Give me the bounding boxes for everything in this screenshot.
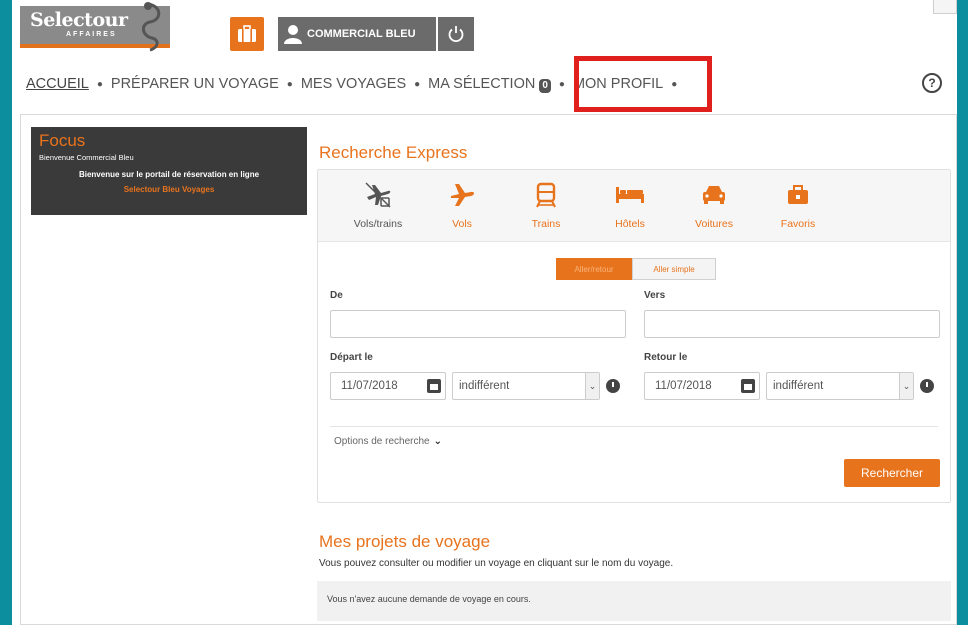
search-form: Vols/trains Vols Trains Hôtels Voitures … bbox=[317, 169, 951, 503]
logo-brand: Selectour bbox=[30, 9, 128, 31]
logo-sub: AFFAIRES bbox=[66, 31, 117, 38]
projects-title: Mes projets de voyage bbox=[319, 532, 491, 551]
from-label: De bbox=[330, 290, 343, 301]
nav-item-preparer-voyage[interactable]: PRÉPARER UN VOYAGE bbox=[111, 76, 279, 92]
nav-separator: ● bbox=[558, 78, 565, 90]
focus-title: Focus bbox=[39, 131, 86, 150]
page-frame: Selectour AFFAIRES COMMERCIAL BLEU ACCUE… bbox=[12, 0, 957, 625]
user-name: COMMERCIAL BLEU bbox=[307, 28, 416, 40]
selectour-logo[interactable]: Selectour AFFAIRES bbox=[20, 2, 170, 52]
nav-separator: ● bbox=[286, 78, 293, 90]
car-icon bbox=[701, 180, 727, 210]
trips-button[interactable] bbox=[230, 17, 264, 51]
search-title: Recherche Express bbox=[319, 143, 468, 162]
tab-voitures[interactable]: Voitures bbox=[672, 170, 756, 241]
chevron-down-icon: ⌄ bbox=[433, 436, 443, 447]
main-content: Focus Bienvenue Commercial Bleu Bienvenu… bbox=[20, 114, 957, 625]
tab-label: Trains bbox=[531, 218, 561, 230]
tab-label: Voitures bbox=[695, 218, 733, 230]
return-label: Retour le bbox=[644, 352, 688, 363]
tab-label: Hôtels bbox=[615, 218, 645, 230]
plane-icon bbox=[449, 180, 475, 210]
help-icon[interactable]: ? bbox=[922, 73, 942, 93]
projects-description: Vous pouvez consulter ou modifier un voy… bbox=[319, 558, 674, 569]
user-icon bbox=[284, 24, 302, 44]
logo-swirl-icon bbox=[142, 2, 161, 52]
power-icon bbox=[448, 26, 464, 43]
calendar-icon[interactable] bbox=[427, 379, 441, 393]
projects-empty-state: Vous n'avez aucune demande de voyage en … bbox=[317, 581, 951, 621]
user-menu-button[interactable]: COMMERCIAL BLEU bbox=[278, 17, 436, 51]
return-date-field[interactable]: 11/07/2018 bbox=[644, 372, 760, 400]
tab-vols-trains[interactable]: Vols/trains bbox=[336, 170, 420, 241]
train-icon bbox=[535, 180, 557, 210]
briefcase-icon bbox=[787, 180, 809, 210]
nav-item-ma-selection[interactable]: MA SÉLECTION 0 bbox=[428, 76, 551, 93]
focus-panel: Focus Bienvenue Commercial Bleu Bienvenu… bbox=[31, 127, 307, 215]
search-tabs: Vols/trains Vols Trains Hôtels Voitures … bbox=[318, 170, 950, 242]
chevron-down-icon: ⌄ bbox=[899, 373, 913, 399]
round-trip-option[interactable]: Aller/retour bbox=[556, 258, 632, 280]
depart-date-field[interactable]: 11/07/2018 bbox=[330, 372, 446, 400]
search-options-label: Options de recherche bbox=[334, 436, 430, 447]
search-options-toggle[interactable]: Options de recherche ⌄ bbox=[334, 436, 442, 447]
calendar-icon[interactable] bbox=[741, 379, 755, 393]
highlight-box bbox=[574, 56, 712, 112]
nav-separator: ● bbox=[96, 78, 103, 90]
selection-count-badge: 0 bbox=[539, 78, 551, 93]
from-input[interactable] bbox=[330, 310, 626, 338]
return-time-value: indifférent bbox=[773, 380, 824, 392]
nav-item-ma-selection-label: MA SÉLECTION bbox=[428, 75, 536, 92]
nav-item-mes-voyages[interactable]: MES VOYAGES bbox=[301, 76, 406, 92]
one-way-option[interactable]: Aller simple bbox=[632, 258, 716, 280]
window-corner-button[interactable] bbox=[933, 0, 957, 14]
to-label: Vers bbox=[644, 290, 666, 301]
chevron-down-icon: ⌄ bbox=[585, 373, 599, 399]
header: Selectour AFFAIRES COMMERCIAL BLEU ACCUE… bbox=[12, 0, 957, 112]
divider bbox=[330, 426, 938, 427]
depart-label: Départ le bbox=[330, 352, 373, 363]
clock-icon[interactable] bbox=[920, 379, 934, 393]
tab-vols[interactable]: Vols bbox=[420, 170, 504, 241]
return-time-select[interactable]: indifférent ⌄ bbox=[766, 372, 914, 400]
depart-time-value: indifférent bbox=[459, 380, 510, 392]
nav-item-accueil[interactable]: ACCUEIL bbox=[26, 76, 89, 92]
tab-label: Vols bbox=[452, 218, 472, 230]
to-input[interactable] bbox=[644, 310, 940, 338]
search-button[interactable]: Rechercher bbox=[844, 459, 940, 487]
tab-favoris[interactable]: Favoris bbox=[756, 170, 840, 241]
focus-message: Bienvenue sur le portail de réservation … bbox=[78, 170, 260, 179]
tab-hotels[interactable]: Hôtels bbox=[588, 170, 672, 241]
depart-time-select[interactable]: indifférent ⌄ bbox=[452, 372, 600, 400]
tab-label: Favoris bbox=[780, 218, 816, 230]
nav-separator: ● bbox=[414, 78, 421, 90]
focus-agency-link[interactable]: Selectour Bleu Voyages bbox=[39, 185, 299, 194]
depart-date-value: 11/07/2018 bbox=[341, 380, 398, 392]
return-date-value: 11/07/2018 bbox=[655, 380, 712, 392]
trip-type-toggle: Aller/retour Aller simple bbox=[556, 258, 716, 280]
clock-icon[interactable] bbox=[606, 379, 620, 393]
plane-train-icon bbox=[363, 180, 393, 210]
suitcase-icon bbox=[238, 25, 256, 42]
focus-welcome: Bienvenue Commercial Bleu bbox=[39, 153, 134, 162]
logout-button[interactable] bbox=[438, 17, 474, 51]
round-trip-label: Aller/retour bbox=[574, 264, 614, 274]
tab-label: Vols/trains bbox=[353, 218, 403, 230]
bed-icon bbox=[615, 180, 645, 210]
tab-trains[interactable]: Trains bbox=[504, 170, 588, 241]
